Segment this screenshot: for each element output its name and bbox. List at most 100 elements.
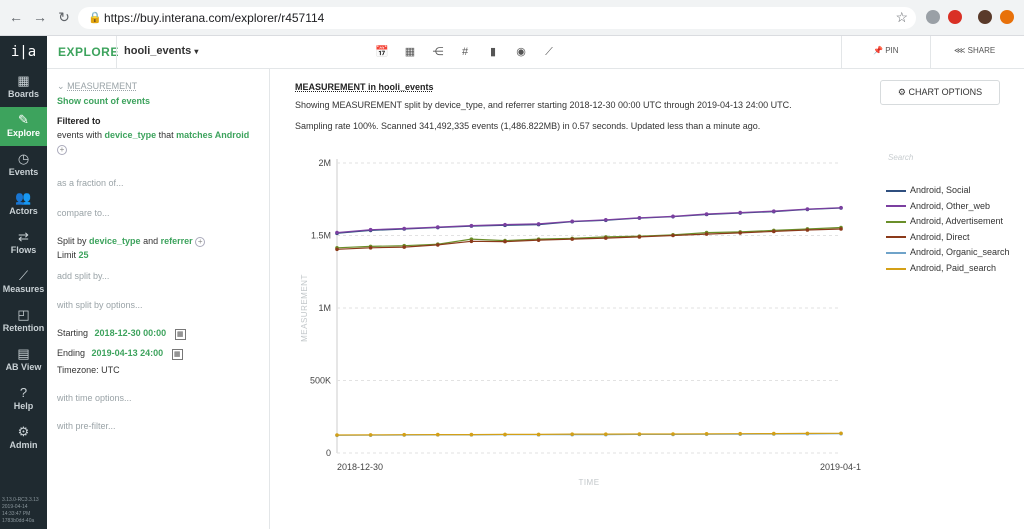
data-point bbox=[671, 233, 675, 238]
help-icon: ? bbox=[19, 385, 28, 400]
split-options-link[interactable]: with split by options... bbox=[57, 300, 143, 310]
legend-swatch bbox=[886, 205, 906, 208]
legend-item[interactable]: Android, Other_web bbox=[886, 201, 990, 211]
split-column-1[interactable]: device_type bbox=[89, 236, 141, 246]
data-point bbox=[637, 432, 642, 436]
flows-icon: ⇄ bbox=[18, 229, 29, 244]
filter-operator: that bbox=[158, 130, 174, 140]
data-point bbox=[368, 433, 373, 437]
data-point bbox=[772, 431, 776, 436]
legend-item[interactable]: Android, Paid_search bbox=[886, 263, 996, 273]
filtered-to-label: Filtered to bbox=[57, 116, 101, 126]
fraction-of-link[interactable]: as a fraction of... bbox=[57, 178, 124, 188]
measurement-selector[interactable]: ⌄ MEASUREMENT bbox=[57, 81, 137, 92]
line-chart-icon[interactable]: ⟋ bbox=[538, 42, 560, 62]
pre-filter-link[interactable]: with pre-filter... bbox=[57, 421, 116, 431]
dataset-name: hooli_events bbox=[124, 45, 192, 57]
legend-item[interactable]: Android, Advertisement bbox=[886, 216, 1003, 226]
legend-label: Android, Other_web bbox=[910, 200, 991, 211]
sidebar-item-retention[interactable]: ◰ Retention bbox=[0, 302, 47, 341]
table-icon[interactable]: ▦ bbox=[399, 42, 421, 62]
sidebar-item-help[interactable]: ? Help bbox=[0, 380, 47, 419]
sidebar-item-boards[interactable]: ▦ Boards bbox=[0, 68, 47, 107]
data-point bbox=[570, 432, 574, 436]
compare-to-link[interactable]: compare to... bbox=[57, 208, 110, 218]
data-point bbox=[536, 432, 541, 437]
y-tick-label: 1M bbox=[318, 303, 331, 313]
starting-value[interactable]: 2018-12-30 00:00 bbox=[95, 328, 167, 338]
chart-options-label: CHART OPTIONS bbox=[908, 87, 983, 97]
back-icon[interactable]: ← bbox=[8, 9, 24, 25]
share-button[interactable]: ⋘ SHARE bbox=[954, 46, 995, 55]
legend-search-input[interactable]: Search bbox=[888, 153, 913, 162]
split-column-2[interactable]: referrer bbox=[161, 236, 193, 246]
sampling-info: Sampling rate 100%. Scanned 341,492,335 … bbox=[295, 121, 761, 131]
legend-item[interactable]: Android, Social bbox=[886, 185, 971, 195]
data-point bbox=[738, 431, 742, 436]
calendar-icon[interactable]: ▦ bbox=[171, 349, 183, 360]
data-point bbox=[503, 239, 507, 244]
data-point bbox=[368, 246, 373, 250]
data-point bbox=[704, 232, 709, 236]
sidebar-item-label: Boards bbox=[7, 89, 39, 99]
data-point bbox=[704, 432, 709, 436]
data-point bbox=[436, 225, 440, 229]
y-tick-label: 500K bbox=[310, 376, 331, 386]
sidebar-item-ab-view[interactable]: ▤ AB View bbox=[0, 341, 47, 380]
pie-icon[interactable]: ◉ bbox=[510, 42, 532, 62]
filter-row[interactable]: events with device_type that matches And… bbox=[57, 130, 249, 140]
sankey-icon[interactable]: ⋲ bbox=[427, 42, 449, 62]
show-value[interactable]: count of events bbox=[84, 96, 151, 106]
pin-button[interactable]: 📌 PIN bbox=[873, 46, 899, 55]
number-icon[interactable]: # bbox=[454, 42, 476, 62]
profile-avatar[interactable] bbox=[978, 10, 992, 24]
data-point bbox=[469, 223, 474, 228]
ending-value[interactable]: 2019-04-13 24:00 bbox=[92, 348, 164, 358]
address-bar[interactable]: 🔒 https://buy.interana.com/explorer/r457… bbox=[78, 7, 916, 29]
bookmark-star-icon[interactable]: ☆ bbox=[895, 9, 908, 26]
add-filter-icon[interactable]: + bbox=[57, 145, 67, 155]
sidebar-item-measures[interactable]: ⟋ Measures bbox=[0, 263, 47, 302]
sidebar-item-flows[interactable]: ⇄ Flows bbox=[0, 224, 47, 263]
limit-value[interactable]: 25 bbox=[79, 250, 89, 260]
line-chart[interactable]: 0 500K 1M 1.5M 2M 2018-12-30 2019-04-14 MEASURE… bbox=[271, 149, 861, 509]
extension-icon[interactable] bbox=[926, 10, 940, 24]
reload-icon[interactable]: ↻ bbox=[56, 9, 72, 25]
extension-icon[interactable] bbox=[1000, 10, 1014, 24]
extension-icon[interactable] bbox=[948, 10, 962, 24]
sidebar-item-label: Measures bbox=[2, 284, 45, 294]
data-point bbox=[536, 238, 541, 242]
app-sidebar: i|a ▦ Boards ✎ Explore ◷ Events 👥 Actors ⇄ Flows ⟋… bbox=[0, 36, 47, 529]
sidebar-item-admin[interactable]: ⚙ Admin bbox=[0, 419, 47, 458]
sidebar-item-label: Retention bbox=[2, 323, 45, 333]
sidebar-item-explore[interactable]: ✎ Explore bbox=[0, 107, 47, 146]
y-tick-label: 1.5M bbox=[311, 231, 331, 241]
sidebar-item-actors[interactable]: 👥 Actors bbox=[0, 185, 47, 224]
chart-options-button[interactable]: ⚙ CHART OPTIONS bbox=[880, 80, 1000, 105]
show-prefix: Show bbox=[57, 96, 81, 106]
dataset-selector[interactable]: hooli_events ▾ bbox=[124, 45, 198, 57]
divider bbox=[841, 36, 842, 69]
data-point bbox=[839, 431, 843, 436]
sidebar-item-label: Actors bbox=[9, 206, 38, 216]
bar-chart-icon[interactable]: ▮ bbox=[482, 42, 504, 62]
data-point bbox=[839, 205, 843, 210]
page-title: EXPLORE bbox=[58, 45, 119, 59]
calendar-icon[interactable]: 📅 bbox=[371, 42, 393, 62]
legend-item[interactable]: Android, Organic_search bbox=[886, 247, 1010, 257]
app-logo[interactable]: i|a bbox=[0, 36, 47, 68]
forward-icon[interactable]: → bbox=[32, 9, 48, 25]
starting-label: Starting bbox=[57, 328, 89, 338]
x-tick-label: 2019-04-14 bbox=[820, 462, 861, 472]
calendar-icon[interactable]: ▦ bbox=[174, 329, 186, 340]
filter-column[interactable]: device_type bbox=[105, 130, 157, 140]
legend-item[interactable]: Android, Direct bbox=[886, 232, 970, 242]
timezone-label[interactable]: Timezone: UTC bbox=[57, 365, 120, 375]
add-split-link[interactable]: add split by... bbox=[57, 271, 109, 281]
add-split-icon[interactable]: + bbox=[195, 237, 206, 247]
time-options-link[interactable]: with time options... bbox=[57, 393, 132, 403]
filter-value[interactable]: matches Android bbox=[176, 130, 249, 140]
sidebar-item-events[interactable]: ◷ Events bbox=[0, 146, 47, 185]
legend-label: Android, Advertisement bbox=[910, 216, 1004, 227]
sidebar-item-label: Flows bbox=[10, 245, 37, 255]
